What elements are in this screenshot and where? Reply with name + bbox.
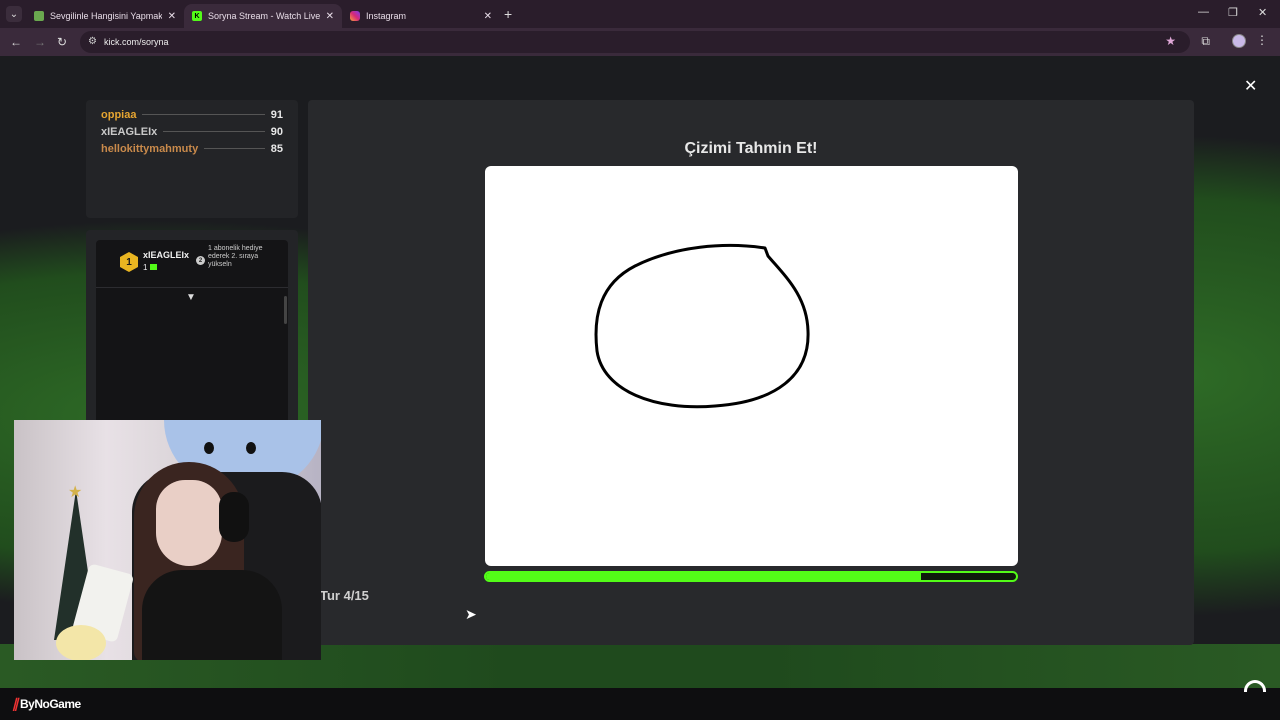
streamer-webcam: ★ [14, 420, 321, 660]
browser-tab-1[interactable]: Sevgilinle Hangisini Yapmak İste ✕ [26, 4, 184, 28]
rank-two-icon: 2 [196, 256, 205, 265]
plush-eye-shape [246, 442, 256, 454]
leaderboard-name: oppiaa [101, 108, 137, 121]
game-title: Çizimi Tahmin Et! [684, 140, 818, 157]
new-tab-icon[interactable]: + [504, 6, 512, 22]
close-tab-icon[interactable]: ✕ [484, 11, 492, 22]
url-text: kick.com/soryna [104, 37, 169, 47]
browser-tab-bar: ⌄ Sevgilinle Hangisini Yapmak İste ✕ K S… [0, 0, 1280, 28]
close-tab-icon[interactable]: ✕ [168, 11, 176, 22]
round-counter: Tur 4/15 [320, 588, 369, 603]
tab-search-icon[interactable]: ⌄ [6, 6, 22, 22]
maximize-icon[interactable]: ❐ [1228, 6, 1238, 19]
minimize-icon[interactable]: — [1198, 6, 1209, 18]
timer-progress-bar [484, 571, 1018, 582]
leaderboard-divider [142, 114, 265, 115]
bynogame-logo-icon: ∥ [12, 696, 19, 711]
top-gifter-header: 1 xIEAGLEIx 1 2 1 abonelik hediye ederek… [96, 240, 288, 288]
browser-menu-icon[interactable]: ⋮ [1256, 33, 1268, 47]
back-icon[interactable]: ← [10, 35, 22, 49]
kick-favicon-icon: K [192, 11, 202, 21]
timer-progress-fill [486, 573, 921, 580]
gift-count-value: 1 [143, 263, 148, 272]
tree-star-icon: ★ [68, 484, 83, 501]
gift-count: 1 [143, 263, 158, 272]
tab-favicon-icon [34, 11, 44, 21]
forward-icon[interactable]: → [34, 35, 46, 49]
streamer-face-shape [156, 480, 222, 566]
tab-title: Instagram [366, 11, 407, 21]
leaderboard-name: xIEAGLEIx [101, 125, 158, 138]
headset-shape [219, 492, 249, 542]
reload-icon[interactable]: ↻ [57, 35, 67, 49]
address-bar[interactable]: ⚙ kick.com/soryna [80, 31, 1190, 53]
gift-icon [150, 264, 158, 270]
rank-badge-icon: 1 [120, 252, 138, 272]
plush-eye-shape [204, 442, 214, 454]
filter-icon[interactable]: ▼ [186, 292, 196, 303]
drawing-canvas[interactable] [485, 166, 1018, 566]
duck-plush-shape [56, 625, 106, 660]
extensions-icon[interactable]: ⧉ [1201, 34, 1210, 49]
tab-title: Soryna Stream - Watch Live on [208, 11, 320, 21]
browser-tab-2[interactable]: K Soryna Stream - Watch Live on ✕ [184, 4, 342, 28]
drawing-stroke [594, 243, 810, 409]
streamer-body-shape [142, 570, 282, 660]
leaderboard-row: xIEAGLEIx 90 [101, 123, 283, 140]
scrollbar[interactable] [284, 296, 287, 324]
top-gifter-name: xIEAGLEIx [143, 250, 190, 260]
sponsor-bar: ∥ ByNoGame [0, 680, 1280, 720]
sponsor-logo: ∥ ByNoGame [12, 696, 81, 712]
rank-up-hint: 1 abonelik hediye ederek 2. sıraya yükse… [208, 245, 263, 268]
leaderboard-divider [163, 131, 265, 132]
browser-toolbar: ← → ↻ ⚙ kick.com/soryna ★ ⧉ ⋮ [0, 28, 1280, 56]
leaderboard-score: 91 [270, 108, 283, 121]
overlay-close-icon[interactable]: ✕ [1244, 76, 1257, 96]
bookmark-star-icon[interactable]: ★ [1165, 34, 1176, 48]
close-tab-icon[interactable]: ✕ [326, 11, 334, 22]
leaderboard-score: 90 [270, 125, 283, 138]
site-info-icon[interactable]: ⚙ [88, 36, 97, 47]
browser-tab-3[interactable]: Instagram ✕ [342, 4, 500, 28]
leaderboard-row: oppiaa 91 [101, 106, 283, 123]
leaderboard-panel: oppiaa 91 xIEAGLEIx 90 hellokittymahmuty… [86, 100, 298, 218]
mouse-cursor-icon: ➤ [465, 606, 477, 622]
instagram-favicon-icon [350, 11, 360, 21]
sponsor-name: ByNoGame [20, 697, 81, 711]
stream-video: ✕ oppiaa 91 xIEAGLEIx 90 hellokittymahmu… [0, 56, 1280, 688]
window-close-icon[interactable]: ✕ [1258, 6, 1267, 19]
tab-title: Sevgilinle Hangisini Yapmak İste [50, 11, 162, 21]
profile-avatar-icon[interactable] [1232, 34, 1246, 48]
